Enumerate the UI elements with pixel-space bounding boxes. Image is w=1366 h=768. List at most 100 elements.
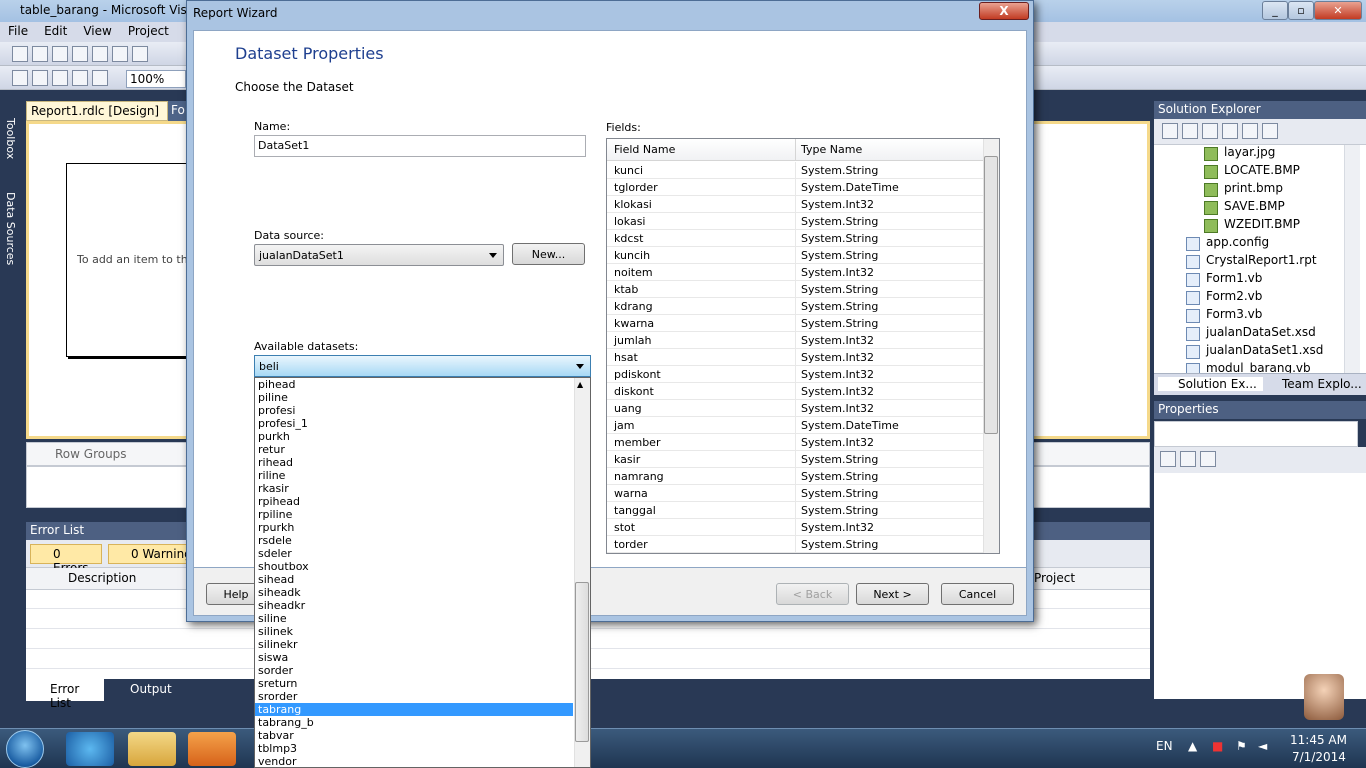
dropdown-option[interactable]: sdeler xyxy=(255,547,573,560)
menu-edit[interactable]: Edit xyxy=(36,22,75,40)
field-row[interactable]: jam System.DateTime xyxy=(607,417,983,434)
tree-item[interactable]: Form1.vb xyxy=(1186,271,1262,289)
field-row[interactable]: kdrang System.String xyxy=(607,298,983,315)
dropdown-option[interactable]: piline xyxy=(255,391,573,404)
show-all-files-icon[interactable] xyxy=(1182,123,1198,139)
toolbox-tab[interactable]: Toolbox xyxy=(4,118,17,159)
data-sources-tab[interactable]: Data Sources xyxy=(4,192,17,265)
field-row[interactable]: tglorder System.DateTime xyxy=(607,179,983,196)
dropdown-option[interactable]: profesi xyxy=(255,404,573,417)
solution-scrollbar[interactable] xyxy=(1344,145,1360,373)
explorer-folder-icon[interactable] xyxy=(128,732,176,766)
dialog-close-button[interactable]: X xyxy=(979,2,1029,20)
col-type-name[interactable]: Type Name xyxy=(795,139,862,161)
tree-item[interactable]: jualanDataSet1.xsd xyxy=(1186,343,1323,361)
clock-time[interactable]: 11:45 AM xyxy=(1290,733,1347,747)
clock-date[interactable]: 7/1/2014 xyxy=(1292,750,1346,764)
dropdown-option[interactable]: siheadkr xyxy=(255,599,573,612)
dropdown-option[interactable]: rpurkh xyxy=(255,521,573,534)
view-designer-icon[interactable] xyxy=(1242,123,1258,139)
field-row[interactable]: pdiskont System.Int32 xyxy=(607,366,983,383)
dropdown-option[interactable]: sorder xyxy=(255,664,573,677)
dropdown-option[interactable]: silinek xyxy=(255,625,573,638)
field-row[interactable]: torder System.String xyxy=(607,536,983,553)
field-row[interactable]: jumlah System.Int32 xyxy=(607,332,983,349)
add-item-icon[interactable] xyxy=(32,46,48,62)
tree-item[interactable]: print.bmp xyxy=(1204,181,1283,199)
dropdown-option[interactable]: siheadk xyxy=(255,586,573,599)
field-row[interactable]: kuncih System.String xyxy=(607,247,983,264)
properties-icon[interactable] xyxy=(1162,123,1178,139)
save-all-icon[interactable] xyxy=(112,46,128,62)
dropdown-option[interactable]: srorder xyxy=(255,690,573,703)
field-row[interactable]: kunci System.String xyxy=(607,162,983,179)
tab-output[interactable]: Output xyxy=(106,679,176,701)
field-row[interactable]: kwarna System.String xyxy=(607,315,983,332)
dropdown-option[interactable]: tabvar xyxy=(255,729,573,742)
ruler-icon[interactable] xyxy=(92,70,108,86)
new-project-icon[interactable] xyxy=(12,46,28,62)
tree-item[interactable]: modul_barang.vb xyxy=(1186,361,1311,373)
internet-explorer-icon[interactable] xyxy=(66,732,114,766)
available-datasets-combo[interactable]: beli xyxy=(254,355,591,377)
dropdown-option[interactable]: riline xyxy=(255,469,573,482)
field-row[interactable]: kdcst System.String xyxy=(607,230,983,247)
field-row[interactable]: stot System.Int32 xyxy=(607,519,983,536)
view-code-icon[interactable] xyxy=(1222,123,1238,139)
field-row[interactable]: klokasi System.Int32 xyxy=(607,196,983,213)
action-center-icon[interactable]: ⚑ xyxy=(1236,739,1247,753)
dropdown-option[interactable]: rsdele xyxy=(255,534,573,547)
categorized-icon[interactable] xyxy=(1160,451,1176,467)
dropdown-option[interactable]: tblmp3 xyxy=(255,742,573,755)
dropdown-option[interactable]: vendor xyxy=(255,755,573,768)
new-data-source-button[interactable]: New... xyxy=(512,243,585,265)
col-description[interactable]: Description xyxy=(68,571,136,585)
field-row[interactable]: hsat System.Int32 xyxy=(607,349,983,366)
tree-item[interactable]: app.config xyxy=(1186,235,1269,253)
tab-team-explorer[interactable]: Team Explo... xyxy=(1262,377,1366,391)
dropdown-option[interactable]: rihead xyxy=(255,456,573,469)
page-icon[interactable] xyxy=(12,70,28,86)
col-field-name[interactable]: Field Name xyxy=(614,143,675,156)
menu-view[interactable]: View xyxy=(75,22,119,40)
assistant-avatar[interactable] xyxy=(1304,674,1344,720)
field-row[interactable]: lokasi System.String xyxy=(607,213,983,230)
report-icon[interactable] xyxy=(32,70,48,86)
volume-icon[interactable]: ◄ xyxy=(1258,739,1267,753)
tab-report-design[interactable]: Report1.rdlc [Design] ✕ xyxy=(26,101,168,132)
dropdown-option[interactable]: shoutbox xyxy=(255,560,573,573)
dropdown-option[interactable]: purkh xyxy=(255,430,573,443)
field-row[interactable]: ktab System.String xyxy=(607,281,983,298)
field-row[interactable]: member System.Int32 xyxy=(607,434,983,451)
dropdown-option[interactable]: tabrang xyxy=(255,703,573,716)
zoom-combo[interactable]: 100% xyxy=(126,70,186,88)
tree-item[interactable]: LOCATE.BMP xyxy=(1204,163,1300,181)
grouping-icon[interactable] xyxy=(72,70,88,86)
dropdown-option[interactable]: silinekr xyxy=(255,638,573,651)
class-diagram-icon[interactable] xyxy=(1262,123,1278,139)
close-window-button[interactable]: ✕ xyxy=(1314,1,1362,20)
open-folder-icon[interactable] xyxy=(52,46,68,62)
menu-project[interactable]: Project xyxy=(120,22,177,40)
dropdown-option[interactable]: retur xyxy=(255,443,573,456)
field-row[interactable]: diskont System.Int32 xyxy=(607,383,983,400)
tree-item[interactable]: Form3.vb xyxy=(1186,307,1262,325)
back-button[interactable]: < Back xyxy=(776,583,849,605)
name-field[interactable]: DataSet1 xyxy=(254,135,586,157)
dropdown-option[interactable]: rpihead xyxy=(255,495,573,508)
field-row[interactable]: tanggal System.String xyxy=(607,502,983,519)
scroll-up-icon[interactable]: ▲ xyxy=(577,380,583,389)
data-source-combo[interactable]: jualanDataSet1 xyxy=(254,244,504,266)
tree-item[interactable]: WZEDIT.BMP xyxy=(1204,217,1300,235)
field-row[interactable]: kasir System.String xyxy=(607,451,983,468)
language-indicator[interactable]: EN xyxy=(1156,739,1173,753)
network-icon[interactable]: ■ xyxy=(1212,739,1223,753)
folder-icon[interactable] xyxy=(52,70,68,86)
dropdown-option[interactable]: siline xyxy=(255,612,573,625)
refresh-icon[interactable] xyxy=(1202,123,1218,139)
dropdown-option[interactable]: siswa xyxy=(255,651,573,664)
field-row[interactable]: namrang System.String xyxy=(607,468,983,485)
dropdown-option[interactable]: tabrang_b xyxy=(255,716,573,729)
maximize-button[interactable]: ▫ xyxy=(1288,1,1314,20)
tree-item[interactable]: CrystalReport1.rpt xyxy=(1186,253,1317,271)
